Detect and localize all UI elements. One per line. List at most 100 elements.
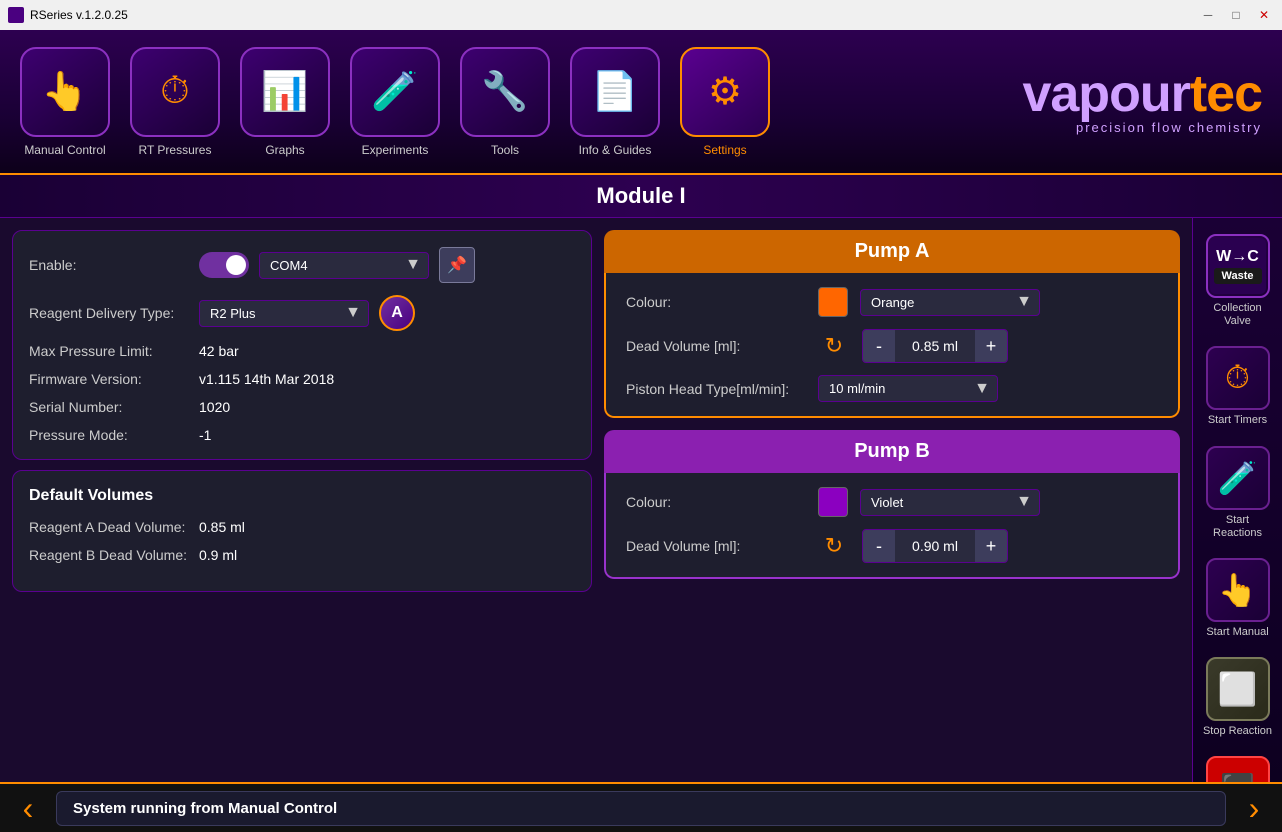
nav-items: 👆 Manual Control ⏱ RT Pressures 📊 Graphs… (20, 47, 770, 157)
status-next-button[interactable]: › (1236, 790, 1272, 826)
start-timers-icon-box: ⏱ (1206, 346, 1270, 410)
pressure-mode-value: -1 (199, 427, 211, 443)
pump-a-piston-row: Piston Head Type[ml/min]: 10 ml/min ▼ (626, 375, 1158, 402)
pump-a-dead-volume-value: 0.85 ml (895, 338, 975, 354)
serial-label: Serial Number: (29, 399, 189, 415)
default-volumes-title: Default Volumes (29, 487, 575, 505)
pump-b-colour-swatch[interactable] (818, 487, 848, 517)
firmware-value: v1.115 14th Mar 2018 (199, 371, 334, 387)
stop-reaction-icon: ⬜ (1218, 670, 1258, 708)
nav-tools[interactable]: 🔧 Tools (460, 47, 550, 157)
stop-all-button[interactable]: ⬛ Stop All (1197, 748, 1279, 782)
avatar: A (379, 295, 415, 331)
module-settings-panel: Enable: COM4 ▼ 📌 Reagent (12, 230, 592, 460)
pump-b-minus-button[interactable]: - (863, 530, 895, 562)
pump-b-dead-volume-label: Dead Volume [ml]: (626, 538, 806, 554)
serial-value: 1020 (199, 399, 230, 415)
start-manual-button[interactable]: 👆 Start Manual (1197, 550, 1279, 647)
nav-graphs[interactable]: 📊 Graphs (240, 47, 330, 157)
start-reactions-label: Start Reactions (1201, 514, 1275, 540)
pump-a-header: Pump A (604, 230, 1180, 273)
pump-a-body: Colour: Orange ▼ Dead Volume [ml]: (604, 273, 1180, 418)
default-volumes-panel: Default Volumes Reagent A Dead Volume: 0… (12, 470, 592, 592)
pump-b-colour-select[interactable]: Violet (860, 489, 1040, 516)
start-manual-label: Start Manual (1206, 626, 1268, 639)
enable-row: Enable: COM4 ▼ 📌 (29, 247, 575, 283)
pressure-mode-row: Pressure Mode: -1 (29, 427, 575, 443)
statusbar: ‹ System running from Manual Control › (0, 782, 1282, 832)
reagent-a-value: 0.85 ml (199, 519, 245, 535)
manual-control-icon: 👆 (20, 47, 110, 137)
start-timers-icon: ⏱ (1225, 359, 1250, 397)
pump-a-plus-button[interactable]: + (975, 330, 1007, 362)
collection-arrow-icon: W→C (1216, 248, 1259, 266)
pump-a-piston-select[interactable]: 10 ml/min (818, 375, 998, 402)
pump-b-panel: Pump B Colour: Violet ▼ (604, 430, 1180, 579)
enable-toggle[interactable] (199, 252, 249, 278)
pump-a-colour-swatch[interactable] (818, 287, 848, 317)
pump-a-colour-select[interactable]: Orange (860, 289, 1040, 316)
collection-valve-inner: W→C Waste (1210, 238, 1266, 294)
bookmark-icon: 📌 (447, 255, 467, 275)
nav-rt-pressures-label: RT Pressures (139, 143, 212, 157)
enable-label: Enable: (29, 257, 189, 273)
nav-manual-control[interactable]: 👆 Manual Control (20, 47, 110, 157)
pump-b-refresh-button[interactable]: ↻ (818, 530, 850, 562)
graphs-icon: 📊 (240, 47, 330, 137)
app-title: RSeries v.1.2.0.25 (30, 8, 128, 22)
content-area: Enable: COM4 ▼ 📌 Reagent (0, 218, 1192, 782)
titlebar: RSeries v.1.2.0.25 ─ □ ✕ (0, 0, 1282, 30)
reagent-delivery-row: Reagent Delivery Type: R2 Plus ▼ A (29, 295, 575, 331)
status-prev-button[interactable]: ‹ (10, 790, 46, 826)
nav-experiments-label: Experiments (362, 143, 429, 157)
nav-info-guides[interactable]: 📄 Info & Guides (570, 47, 660, 157)
pump-a-dead-volume-control: - 0.85 ml + (862, 329, 1008, 363)
window-controls: ─ □ ✕ (1198, 7, 1274, 23)
close-button[interactable]: ✕ (1254, 7, 1274, 23)
start-manual-icon: 👆 (1218, 571, 1258, 609)
collection-valve-button[interactable]: W→C Waste Collection Valve (1197, 226, 1279, 336)
tools-icon: 🔧 (460, 47, 550, 137)
pump-a-colour-row: Colour: Orange ▼ (626, 287, 1158, 317)
serial-row: Serial Number: 1020 (29, 399, 575, 415)
stop-reaction-button[interactable]: ⬜ Stop Reaction (1197, 649, 1279, 746)
collection-valve-label: Collection Valve (1201, 302, 1275, 328)
bookmark-button[interactable]: 📌 (439, 247, 475, 283)
experiments-icon: 🧪 (350, 47, 440, 137)
app-icon (8, 7, 24, 23)
pump-b-header: Pump B (604, 430, 1180, 473)
pressure-mode-label: Pressure Mode: (29, 427, 189, 443)
sidebar-right: W→C Waste Collection Valve ⏱ Start Timer… (1192, 218, 1282, 782)
stop-reaction-icon-box: ⬜ (1206, 657, 1270, 721)
pump-b-colour-label: Colour: (626, 494, 806, 510)
pump-b-plus-button[interactable]: + (975, 530, 1007, 562)
start-manual-icon-box: 👆 (1206, 558, 1270, 622)
nav-rt-pressures[interactable]: ⏱ RT Pressures (130, 47, 220, 157)
pump-a-refresh-button[interactable]: ↻ (818, 330, 850, 362)
minimize-button[interactable]: ─ (1198, 7, 1218, 23)
pump-b-dead-volume-row: Dead Volume [ml]: ↻ - 0.90 ml + (626, 529, 1158, 563)
maximize-button[interactable]: □ (1226, 7, 1246, 23)
top-navigation: 👆 Manual Control ⏱ RT Pressures 📊 Graphs… (0, 30, 1282, 175)
reagent-delivery-label: Reagent Delivery Type: (29, 305, 189, 321)
pump-a-minus-button[interactable]: - (863, 330, 895, 362)
nav-experiments[interactable]: 🧪 Experiments (350, 47, 440, 157)
nav-tools-label: Tools (491, 143, 519, 157)
nav-graphs-label: Graphs (265, 143, 304, 157)
pump-a-dead-volume-label: Dead Volume [ml]: (626, 338, 806, 354)
start-reactions-button[interactable]: 🧪 Start Reactions (1197, 438, 1279, 548)
start-timers-button[interactable]: ⏱ Start Timers (1197, 338, 1279, 435)
pump-a-piston-label: Piston Head Type[ml/min]: (626, 381, 806, 397)
max-pressure-label: Max Pressure Limit: (29, 343, 189, 359)
pump-a-colour-label: Colour: (626, 294, 806, 310)
nav-settings[interactable]: ⚙ Settings (680, 47, 770, 157)
firmware-label: Firmware Version: (29, 371, 189, 387)
firmware-row: Firmware Version: v1.115 14th Mar 2018 (29, 371, 575, 387)
status-text: System running from Manual Control (56, 791, 1226, 826)
reagent-delivery-select[interactable]: R2 Plus (199, 300, 369, 327)
next-icon: › (1249, 790, 1260, 827)
rt-pressures-icon: ⏱ (130, 47, 220, 137)
logo: vapourtec precision flow chemistry (1022, 68, 1262, 135)
com-port-select[interactable]: COM4 (259, 252, 429, 279)
pump-b-colour-row: Colour: Violet ▼ (626, 487, 1158, 517)
